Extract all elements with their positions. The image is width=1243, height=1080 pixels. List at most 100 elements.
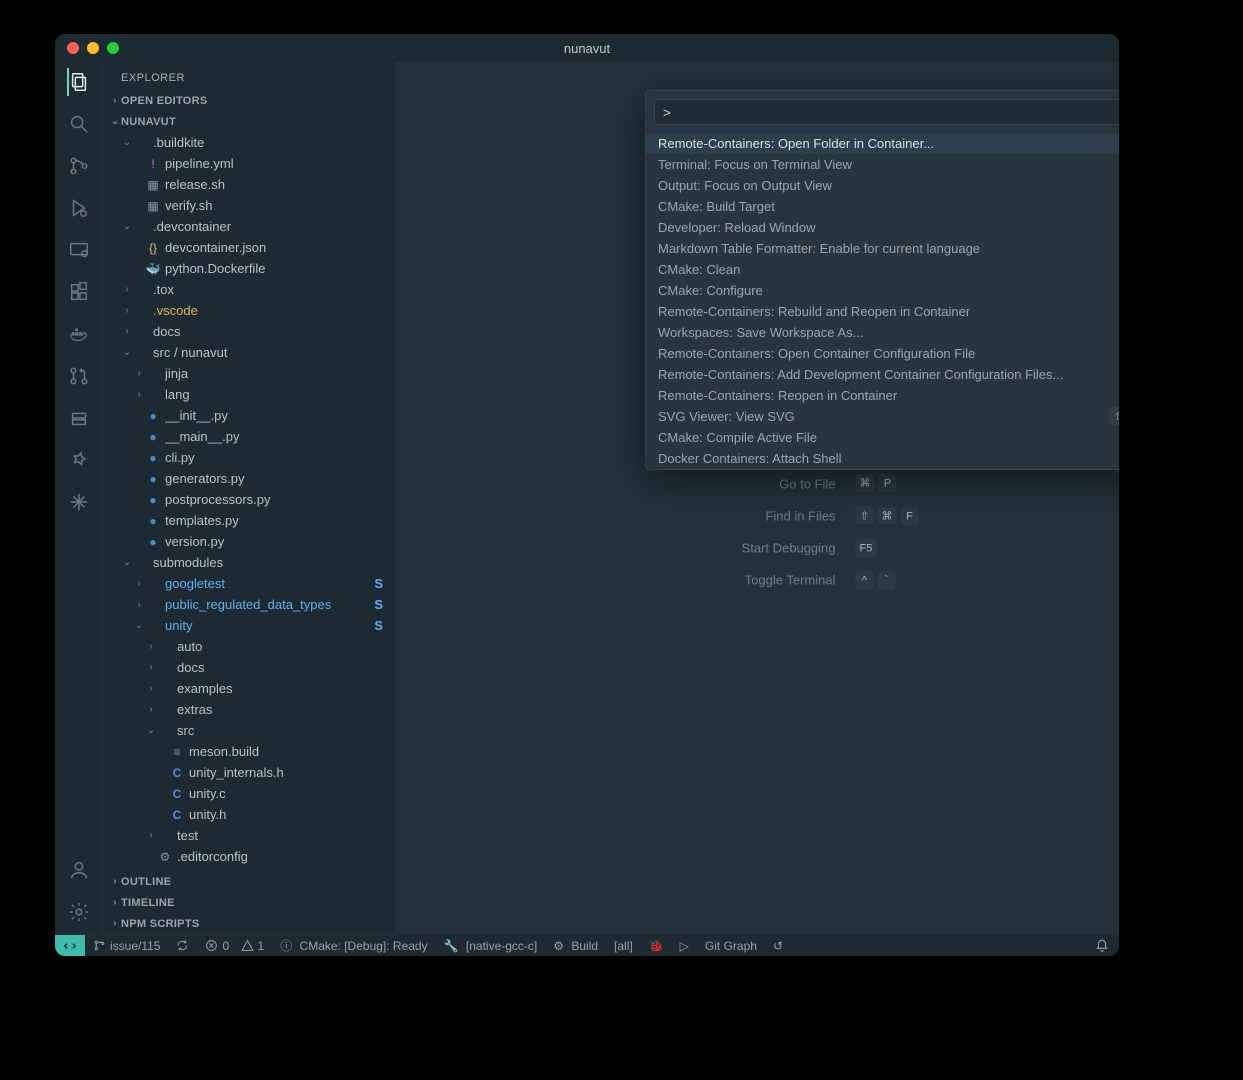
bookmarks-icon[interactable] (67, 406, 91, 430)
remote-explorer-icon[interactable] (67, 238, 91, 262)
folder-item[interactable]: ›.tox (103, 279, 395, 300)
search-icon[interactable] (67, 112, 91, 136)
command-item[interactable]: Remote-Containers: Open Container Config… (646, 343, 1119, 364)
folder-item[interactable]: ⌄submodules (103, 552, 395, 573)
command-item[interactable]: Terminal: Focus on Terminal View (646, 154, 1119, 175)
file-item[interactable]: ▦release.sh (103, 174, 395, 195)
run-launch-icon[interactable]: ▷ (672, 939, 697, 953)
folder-item[interactable]: ⌄.devcontainer (103, 216, 395, 237)
item-label: version.py (165, 534, 389, 549)
file-item[interactable]: ▦verify.sh (103, 195, 395, 216)
command-item[interactable]: Remote-Containers: Add Development Conta… (646, 364, 1119, 385)
scm-decoration: S (374, 576, 389, 591)
file-item[interactable]: ●__init__.py (103, 405, 395, 426)
sidebar: EXPLORER ›OPEN EDITORS ⌄NUNAVUT ⌄.buildk… (103, 62, 395, 934)
workbench-body: EXPLORER ›OPEN EDITORS ⌄NUNAVUT ⌄.buildk… (55, 62, 1119, 934)
shortcut-label: Go to File (596, 476, 836, 491)
outline-section[interactable]: ›OUTLINE (103, 871, 395, 892)
folder-item[interactable]: ›.vscode (103, 300, 395, 321)
file-item[interactable]: Cunity.h (103, 804, 395, 825)
folder-item[interactable]: ›test (103, 825, 395, 846)
account-icon[interactable] (67, 858, 91, 882)
sidebar-title: EXPLORER (103, 62, 395, 90)
file-item[interactable]: ●__main__.py (103, 426, 395, 447)
item-label: .buildkite (153, 135, 389, 150)
item-label: examples (177, 681, 389, 696)
folder-item[interactable]: ›lang (103, 384, 395, 405)
extensions-icon[interactable] (67, 280, 91, 304)
item-label: docs (153, 324, 389, 339)
file-item[interactable]: Cunity.c (103, 783, 395, 804)
command-item[interactable]: Developer: Reload Window⌘R (646, 217, 1119, 238)
open-editors-section[interactable]: ›OPEN EDITORS (103, 90, 395, 111)
titlebar[interactable]: nunavut (55, 34, 1119, 62)
notifications-icon[interactable] (1087, 939, 1119, 953)
file-item[interactable]: ⚙.editorconfig (103, 846, 395, 867)
docker-icon[interactable] (67, 322, 91, 346)
remote-indicator[interactable] (55, 935, 85, 956)
folder-item[interactable]: ›docs (103, 657, 395, 678)
command-item[interactable]: CMake: Clean (646, 259, 1119, 280)
git-branch[interactable]: issue/115 (85, 939, 168, 953)
file-item[interactable]: ●postprocessors.py (103, 489, 395, 510)
command-label: Remote-Containers: Rebuild and Reopen in… (658, 304, 1119, 319)
docker-icon: 🐳 (145, 262, 161, 276)
cmake-target[interactable]: [all] (606, 939, 641, 953)
command-item[interactable]: Markdown Table Formatter: Enable for cur… (646, 238, 1119, 259)
command-input[interactable] (654, 99, 1119, 125)
file-item[interactable]: Cunity_internals.h (103, 762, 395, 783)
folder-item[interactable]: ›jinja (103, 363, 395, 384)
command-item[interactable]: Remote-Containers: Open Folder in Contai… (646, 133, 1119, 154)
item-label: unity.c (189, 786, 389, 801)
timeline-section[interactable]: ›TIMELINE (103, 892, 395, 913)
scm-decoration: S (374, 618, 389, 633)
run-icon[interactable] (67, 196, 91, 220)
sync-status[interactable] (168, 939, 197, 952)
explorer-icon[interactable] (67, 70, 91, 94)
settings-gear-icon[interactable] (67, 900, 91, 924)
folder-item[interactable]: ⌄src / nunavut (103, 342, 395, 363)
folder-item[interactable]: ›extras (103, 699, 395, 720)
file-item[interactable]: 🐳python.Dockerfile (103, 258, 395, 279)
history-icon[interactable]: ↺ (765, 939, 791, 953)
source-control-icon[interactable] (67, 154, 91, 178)
command-item[interactable]: Remote-Containers: Rebuild and Reopen in… (646, 301, 1119, 322)
folder-item[interactable]: ⌄.buildkite (103, 132, 395, 153)
command-item[interactable]: Output: Focus on Output View (646, 175, 1119, 196)
folder-item[interactable]: ⌄unityS (103, 615, 395, 636)
cmake-status[interactable]: ⓘ CMake: [Debug]: Ready (272, 937, 435, 954)
debug-launch-icon[interactable]: 🐞 (641, 939, 672, 953)
command-item[interactable]: SVG Viewer: View SVG⇧⌥SO (646, 406, 1119, 427)
cmake-build[interactable]: ⚙ Build (545, 939, 606, 953)
command-item[interactable]: Workspaces: Save Workspace As... (646, 322, 1119, 343)
folder-item[interactable]: ›examples (103, 678, 395, 699)
folder-item[interactable]: ›docs (103, 321, 395, 342)
folder-item[interactable]: ›auto (103, 636, 395, 657)
item-label: unity (165, 618, 374, 633)
workspace-root[interactable]: ⌄NUNAVUT (103, 111, 395, 132)
file-item[interactable]: ●generators.py (103, 468, 395, 489)
command-item[interactable]: CMake: Compile Active File (646, 427, 1119, 448)
shortcut-keys: F5 (852, 539, 877, 557)
git-graph[interactable]: Git Graph (697, 939, 765, 953)
problems[interactable]: 0 1 (197, 939, 272, 953)
command-item[interactable]: CMake: Configure (646, 280, 1119, 301)
cmake-kit[interactable]: 🔧 [native-gcc-c] (436, 939, 546, 953)
command-item[interactable]: Docker Containers: Attach Shell (646, 448, 1119, 469)
file-item[interactable]: ≡meson.build (103, 741, 395, 762)
c-icon: C (169, 808, 185, 822)
pull-requests-icon[interactable] (67, 364, 91, 388)
gitlens-icon[interactable] (67, 448, 91, 472)
folder-item[interactable]: ›googletestS (103, 573, 395, 594)
file-item[interactable]: ●templates.py (103, 510, 395, 531)
file-item[interactable]: {}devcontainer.json (103, 237, 395, 258)
folder-item[interactable]: ›public_regulated_data_typesS (103, 594, 395, 615)
file-item[interactable]: !pipeline.yml (103, 153, 395, 174)
file-item[interactable]: ●cli.py (103, 447, 395, 468)
command-item[interactable]: Remote-Containers: Reopen in Container (646, 385, 1119, 406)
folder-item[interactable]: ⌄src (103, 720, 395, 741)
npm-scripts-section[interactable]: ›NPM SCRIPTS (103, 913, 395, 934)
file-item[interactable]: ●version.py (103, 531, 395, 552)
command-item[interactable]: CMake: Build Target⇧F7 (646, 196, 1119, 217)
spark-icon[interactable] (67, 490, 91, 514)
